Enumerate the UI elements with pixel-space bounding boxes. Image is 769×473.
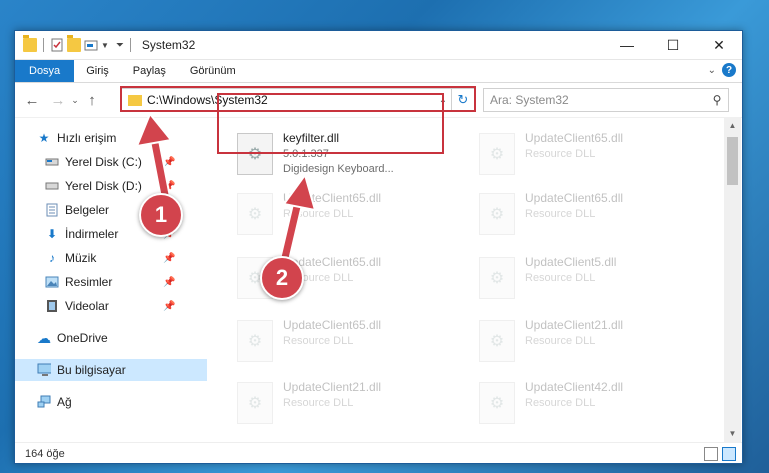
arrow-2 [278,172,317,268]
annotation-arrows [135,112,317,268]
step-marker-2: 2 [260,256,304,300]
step-marker-1: 1 [139,193,183,237]
arrow-1 [135,112,173,206]
